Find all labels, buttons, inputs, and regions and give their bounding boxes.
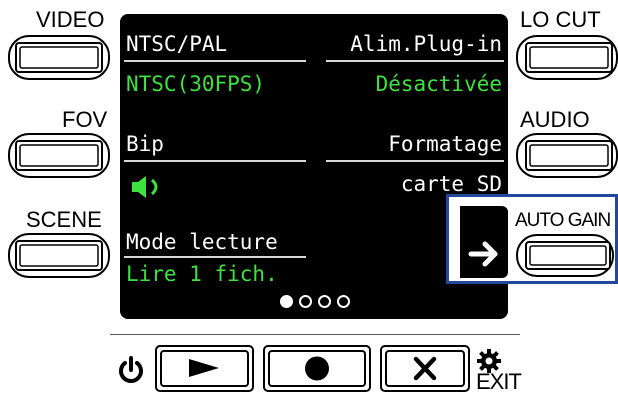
ntsc-pal-value: NTSC(30FPS) xyxy=(126,72,266,96)
arrow-right-icon xyxy=(468,241,498,267)
auto-gain-button[interactable] xyxy=(516,233,614,279)
record-icon xyxy=(305,356,329,381)
formatage-value: carte SD xyxy=(400,172,502,196)
page-dot xyxy=(337,295,350,308)
video-label: VIDEO xyxy=(36,7,105,32)
alim-plugin-value: Désactivée xyxy=(375,72,502,96)
bottom-divider xyxy=(110,334,520,335)
power-icon[interactable] xyxy=(116,354,146,391)
lo-cut-label: LO CUT xyxy=(520,7,601,32)
alim-plugin-label[interactable]: Alim.Plug-in xyxy=(350,32,502,56)
play-button[interactable] xyxy=(155,345,254,392)
mode-lecture-value: Lire 1 fich. xyxy=(126,262,278,286)
mode-lecture-underline xyxy=(124,256,306,258)
cancel-button[interactable] xyxy=(380,345,470,392)
fov-button[interactable] xyxy=(8,132,110,178)
page-dot xyxy=(318,295,331,308)
bip-underline xyxy=(124,160,306,162)
audio-label: AUDIO xyxy=(520,107,590,132)
formatage-underline xyxy=(326,160,504,162)
exit-label: EXIT xyxy=(476,369,522,394)
page-indicator xyxy=(280,295,350,308)
lo-cut-button[interactable] xyxy=(516,34,618,80)
record-button[interactable] xyxy=(263,345,371,392)
fov-label: FOV xyxy=(62,107,108,132)
speaker-on-icon xyxy=(130,174,164,205)
next-page-area[interactable] xyxy=(460,206,508,278)
page-dot xyxy=(299,295,312,308)
auto-gain-label: AUTO GAIN xyxy=(515,210,611,231)
video-button[interactable] xyxy=(8,34,110,80)
ntsc-pal-underline xyxy=(124,60,306,62)
bip-label[interactable]: Bip xyxy=(126,132,164,156)
ntsc-pal-label[interactable]: NTSC/PAL xyxy=(126,32,227,56)
scene-label: SCENE xyxy=(26,207,102,232)
audio-button[interactable] xyxy=(516,132,618,178)
scene-button[interactable] xyxy=(8,232,110,278)
page-dot-active xyxy=(280,295,293,308)
alim-plugin-underline xyxy=(326,60,504,62)
formatage-label[interactable]: Formatage xyxy=(388,132,502,156)
mode-lecture-label[interactable]: Mode lecture xyxy=(126,230,278,254)
